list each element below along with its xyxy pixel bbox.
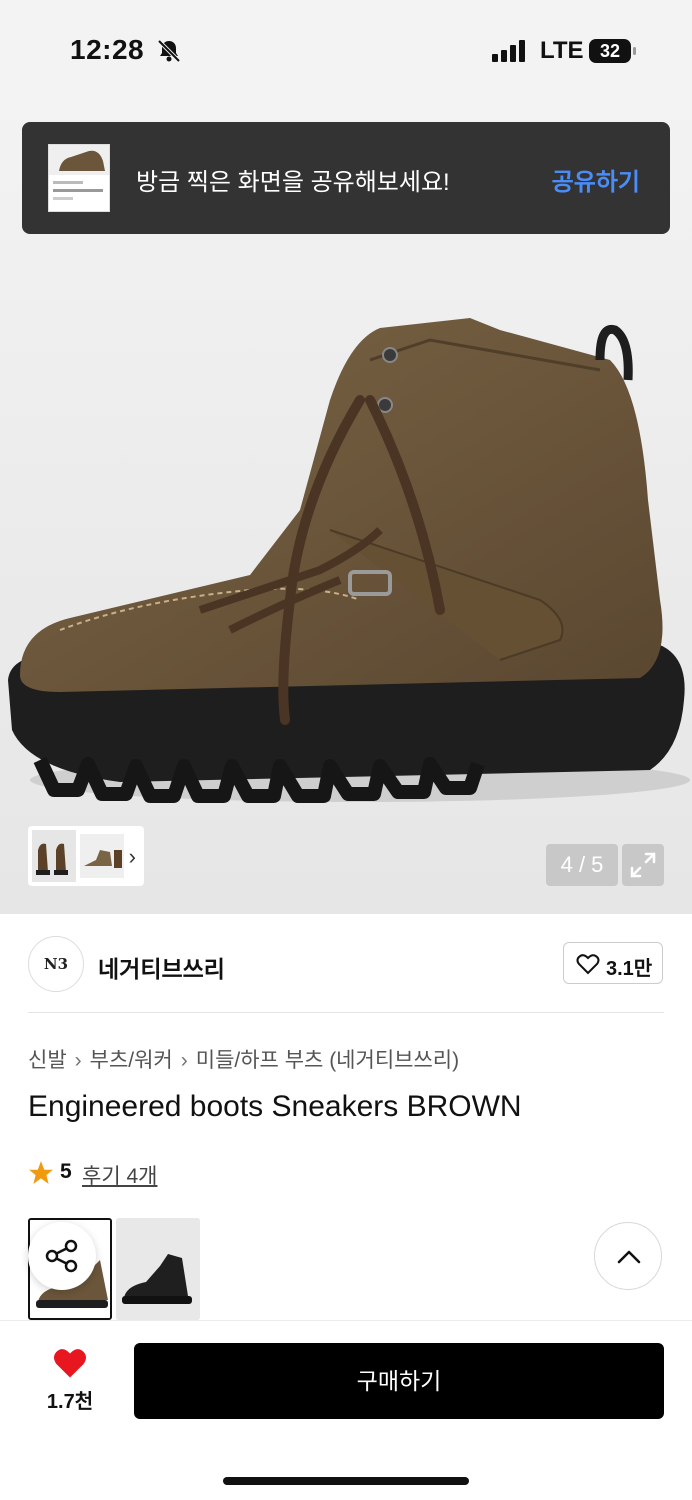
- scroll-top-button[interactable]: [594, 1222, 662, 1290]
- brand-row[interactable]: N3 네거티브쓰리 3.1만: [0, 914, 692, 1014]
- product-title: Engineered boots Sneakers BROWN: [28, 1090, 522, 1123]
- bottom-action-bar: 1.7천 구매하기: [0, 1320, 692, 1500]
- share-now-button[interactable]: 공유하기: [552, 162, 640, 197]
- chevron-right-icon[interactable]: ›: [129, 844, 136, 870]
- image-counter: 4 / 5: [546, 844, 618, 886]
- signal-icon: [492, 40, 525, 62]
- bell-off-icon: [157, 39, 181, 63]
- wishlist-count: 1.7천: [46, 1391, 94, 1413]
- brand-name[interactable]: 네거티브쓰리: [98, 950, 225, 984]
- wishlist-button[interactable]: 1.7천: [30, 1347, 110, 1427]
- chevron-right-icon: ›: [180, 1049, 188, 1072]
- chevron-right-icon: ›: [74, 1049, 82, 1072]
- gallery-thumbnail[interactable]: [80, 834, 124, 878]
- color-option-black[interactable]: [116, 1218, 200, 1320]
- heart-icon: [54, 1349, 86, 1378]
- chevron-up-icon: [617, 1250, 641, 1264]
- home-indicator: [223, 1477, 469, 1485]
- battery-level: 32: [599, 41, 621, 61]
- brand-like-button[interactable]: 3.1만: [563, 942, 663, 984]
- breadcrumb-item[interactable]: 부츠/워커: [90, 1049, 173, 1072]
- divider: [28, 1012, 664, 1013]
- brand-like-count: 3.1만: [606, 958, 653, 980]
- toast-message: 방금 찍은 화면을 공유해보세요!: [136, 169, 450, 196]
- network-type: LTE: [540, 37, 584, 64]
- gallery-thumbnail[interactable]: [32, 830, 76, 882]
- status-bar: 12:28 LTE 32: [0, 0, 692, 100]
- product-main-image[interactable]: [0, 300, 692, 820]
- review-link[interactable]: 후기 4개: [82, 1160, 157, 1190]
- share-button[interactable]: [28, 1222, 96, 1290]
- breadcrumb-item[interactable]: 미들/하프 부츠 (네거티브쓰리): [196, 1049, 459, 1072]
- expand-button[interactable]: [622, 844, 664, 886]
- buy-button[interactable]: 구매하기: [134, 1343, 664, 1419]
- share-icon: [45, 1239, 78, 1273]
- breadcrumb-item[interactable]: 신발: [28, 1049, 67, 1072]
- heart-outline-icon: [576, 954, 600, 975]
- breadcrumb: 신발 › 부츠/워커 › 미들/하프 부츠 (네거티브쓰리): [28, 1044, 459, 1074]
- screenshot-thumbnail: [48, 144, 110, 212]
- rating-score: 5: [60, 1160, 72, 1183]
- share-toast: 방금 찍은 화면을 공유해보세요! 공유하기: [22, 122, 670, 234]
- gallery-thumbnail-strip[interactable]: ›: [28, 826, 144, 886]
- star-icon: [29, 1161, 53, 1184]
- status-time: 12:28: [70, 34, 145, 65]
- brand-logo[interactable]: N3: [28, 936, 84, 992]
- expand-icon: [630, 852, 656, 878]
